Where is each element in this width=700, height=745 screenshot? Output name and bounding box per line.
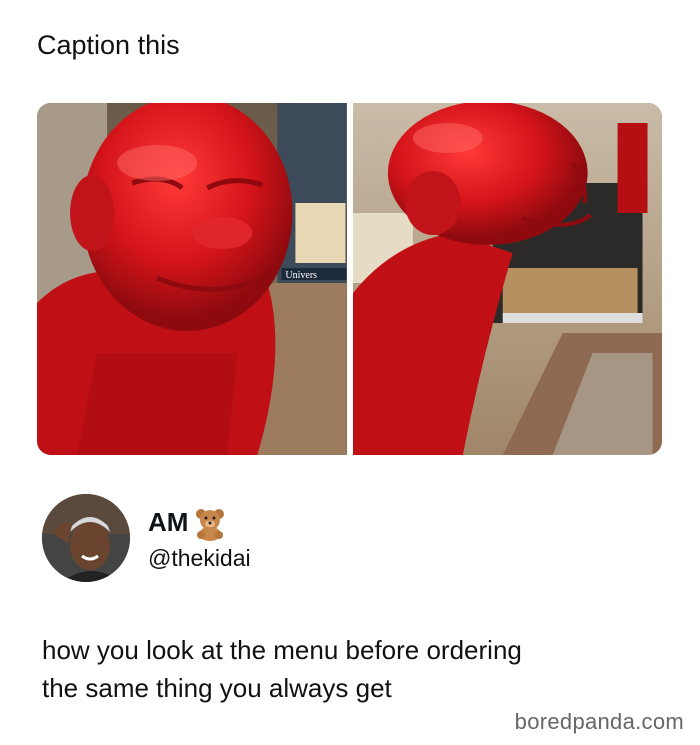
author-name-row: AM <box>148 505 251 541</box>
post-card: Caption this Univers AM @thekidai how yo… <box>0 0 700 745</box>
tweet-line-1: how you look at the menu before ordering <box>42 635 522 665</box>
sign-text: Univers <box>285 270 317 281</box>
author-text: AM @thekidai <box>148 505 251 572</box>
teddy-bear-icon <box>192 505 228 541</box>
photo-statue-side[interactable] <box>352 103 662 455</box>
author-handle[interactable]: @thekidai <box>148 545 251 572</box>
statue-side-image <box>352 103 662 455</box>
statue-front-image: Univers <box>37 103 347 455</box>
photo-statue-front[interactable]: Univers <box>37 103 347 455</box>
avatar-image <box>42 494 130 582</box>
caption-text: Caption this <box>37 30 180 60</box>
photo-grid: Univers <box>37 103 662 455</box>
avatar[interactable] <box>42 494 130 582</box>
tweet-text: how you look at the menu before ordering… <box>42 631 662 707</box>
author-name[interactable]: AM <box>148 507 188 538</box>
tweet-line-2: the same thing you always get <box>42 673 392 703</box>
author-block: AM @thekidai <box>42 494 251 582</box>
watermark: boredpanda.com <box>514 709 684 734</box>
